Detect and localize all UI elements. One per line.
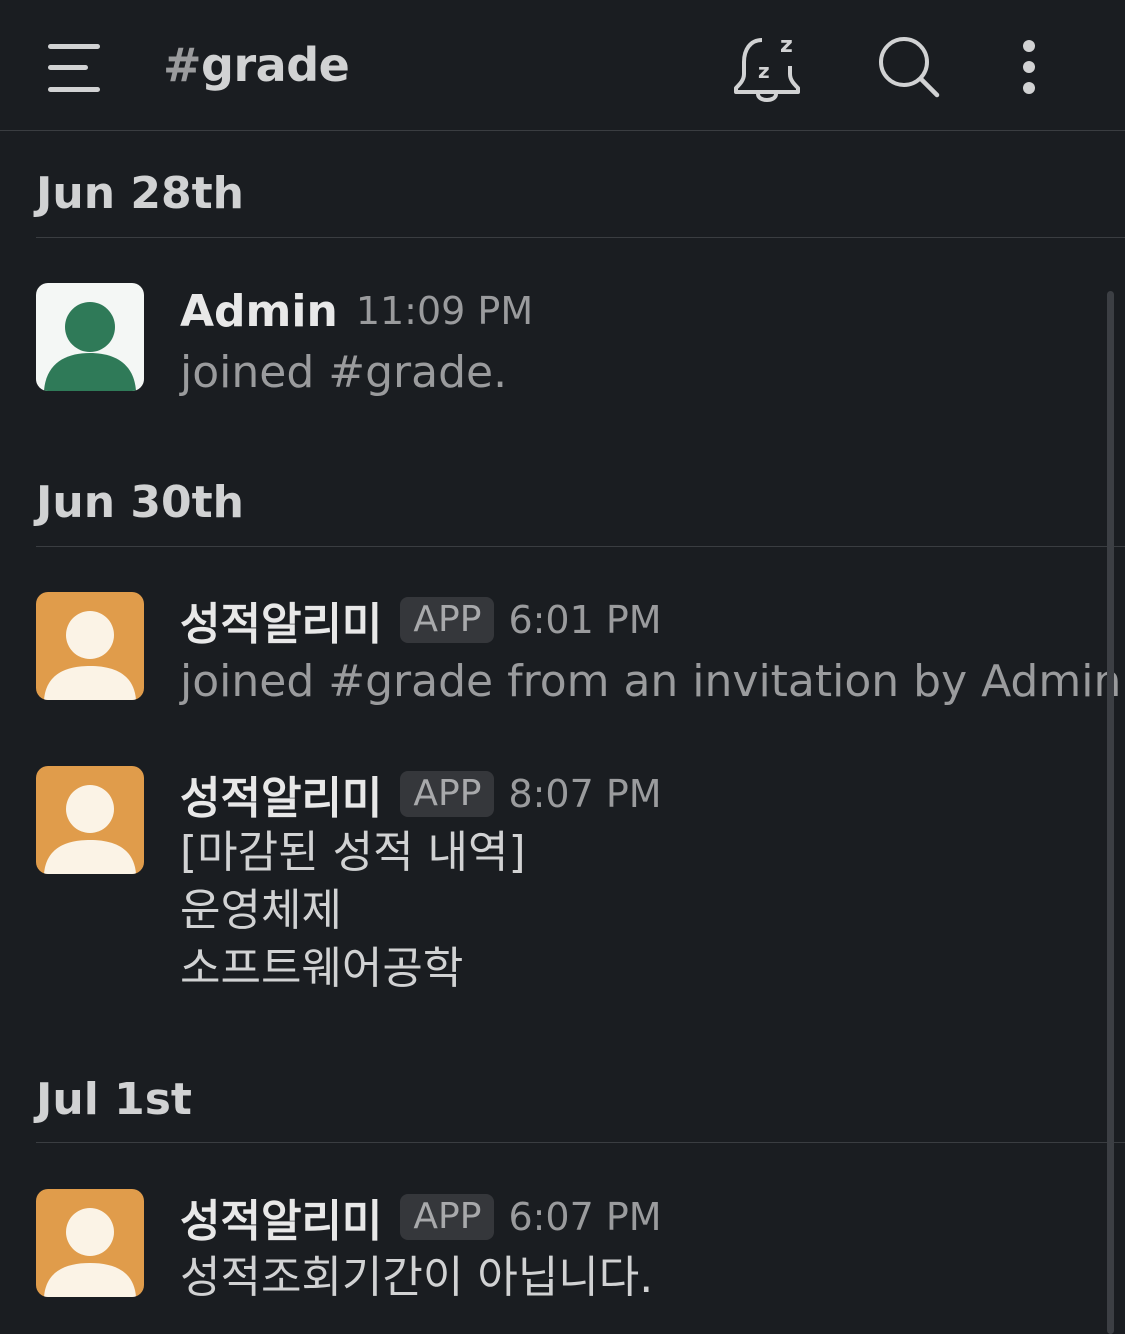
avatar[interactable]: [36, 1189, 144, 1297]
message-meta: 성적알리미 APP 6:07 PM: [180, 1189, 1100, 1247]
bell-snooze-icon[interactable]: z z: [728, 30, 806, 106]
date-divider-line: [36, 237, 1125, 238]
channel-title[interactable]: #grade: [163, 38, 350, 92]
channel-header: #grade z z: [0, 0, 1125, 131]
sender-name[interactable]: 성적알리미: [180, 762, 382, 826]
scrollbar[interactable]: [1107, 291, 1114, 1334]
date-divider-label: Jun 28th: [36, 168, 244, 219]
message-line: [마감된 성적 내역]: [180, 827, 526, 878]
message-time: 8:07 PM: [508, 772, 662, 816]
message-meta: Admin 11:09 PM: [180, 283, 1100, 339]
app-badge: APP: [400, 597, 495, 643]
message-line: 성적조회기간이 아닙니다.: [180, 1252, 654, 1303]
message-text-block: [마감된 성적 내역] 운영체제 소프트웨어공학: [180, 824, 1100, 998]
message-body: Admin 11:09 PM joined #grade.: [180, 283, 1100, 399]
message-meta: 성적알리미 APP 8:07 PM: [180, 766, 1100, 824]
sender-name[interactable]: 성적알리미: [180, 1185, 382, 1249]
message-body: 성적알리미 APP 8:07 PM [마감된 성적 내역] 운영체제 소프트웨어…: [180, 766, 1100, 998]
message-body: 성적알리미 APP 6:01 PM joined #grade from an …: [180, 592, 1125, 707]
date-divider-line: [36, 546, 1125, 547]
app-badge: APP: [400, 1194, 495, 1240]
avatar[interactable]: [36, 283, 144, 391]
channel-name: grade: [201, 38, 350, 92]
sender-name[interactable]: 성적알리미: [180, 588, 382, 652]
message-time: 6:07 PM: [508, 1195, 662, 1239]
channel-hash: #: [163, 38, 202, 92]
search-icon[interactable]: [876, 34, 942, 100]
date-divider-label: Jun 30th: [36, 477, 244, 528]
date-divider-line: [36, 1142, 1125, 1143]
message-time: 11:09 PM: [355, 289, 534, 333]
svg-text:z: z: [780, 33, 793, 58]
hamburger-menu-icon[interactable]: [44, 40, 104, 96]
message-time: 6:01 PM: [508, 598, 662, 642]
app-badge: APP: [400, 771, 495, 817]
more-vertical-icon[interactable]: [1012, 38, 1046, 98]
message-body: 성적알리미 APP 6:07 PM 성적조회기간이 아닙니다.: [180, 1189, 1100, 1307]
message-line: 운영체제: [180, 885, 342, 936]
svg-text:z: z: [758, 59, 770, 83]
message-meta: 성적알리미 APP 6:01 PM: [180, 592, 1100, 650]
message-text: joined #grade from an invitation by Admi…: [180, 656, 1125, 707]
message-line: 소프트웨어공학: [180, 943, 464, 994]
avatar[interactable]: [36, 766, 144, 874]
message-text: joined #grade.: [180, 347, 508, 398]
avatar[interactable]: [36, 592, 144, 700]
date-divider-label: Jul 1st: [36, 1074, 192, 1125]
sender-name[interactable]: Admin: [180, 286, 338, 337]
